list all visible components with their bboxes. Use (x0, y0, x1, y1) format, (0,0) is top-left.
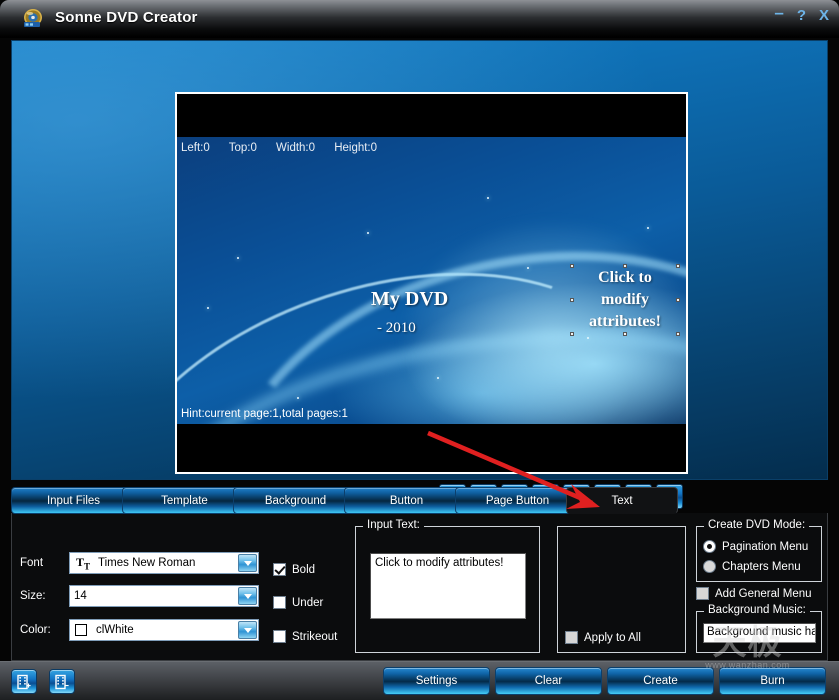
strikeout-checkbox[interactable]: Strikeout (273, 630, 337, 643)
dvd-title-text[interactable]: My DVD (371, 288, 448, 311)
settings-label: Settings (416, 675, 458, 687)
close-button[interactable]: X (819, 8, 829, 24)
font-value: Times New Roman (94, 557, 195, 569)
burn-label: Burn (760, 675, 784, 687)
background-music-title: Background Music: (704, 604, 810, 616)
strikeout-label: Strikeout (292, 631, 337, 643)
chevron-down-icon[interactable] (238, 554, 257, 572)
tab-template[interactable]: Template (122, 487, 247, 514)
selection-coordinates: Left:0 Top:0 Width:0 Height:0 (181, 142, 377, 154)
chapters-menu-label: Chapters Menu (722, 561, 801, 573)
window-controls: – ? X (774, 8, 829, 24)
size-value: 14 (70, 590, 87, 602)
input-text-field[interactable]: Click to modify attributes! (370, 553, 526, 619)
checkbox-box (696, 587, 709, 600)
color-select[interactable]: clWhite (69, 619, 259, 641)
apply-to-all-label: Apply to All (584, 632, 641, 644)
title-bar: Sonne DVD Creator – ? X (0, 0, 839, 38)
underline-checkbox[interactable]: Under (273, 596, 323, 609)
resize-handle-w[interactable] (570, 298, 574, 302)
resize-handle-s[interactable] (623, 332, 627, 336)
radio-box (703, 540, 716, 553)
dvd-year-text[interactable]: - 2010 (377, 320, 416, 337)
selected-text-line-2: modify (573, 289, 677, 311)
tab-content-text: Font TT Times New Roman Bold Size: 14 Un… (11, 513, 828, 661)
input-text-group-title: Input Text: (363, 519, 424, 531)
apply-to-all-checkbox[interactable]: Apply to All (565, 631, 641, 644)
chevron-down-icon[interactable] (238, 621, 257, 639)
pagination-menu-label: Pagination Menu (722, 541, 808, 553)
resize-handle-nw[interactable] (570, 264, 574, 268)
tab-background[interactable]: Background (233, 487, 358, 514)
page-hint-text: Hint:current page:1,total pages:1 (181, 408, 348, 420)
resize-handle-ne[interactable] (676, 264, 680, 268)
tab-text[interactable]: Text (566, 487, 678, 514)
film-remove-icon[interactable] (49, 669, 75, 694)
radio-box (703, 560, 716, 573)
font-label: Font (20, 557, 43, 569)
help-button[interactable]: ? (797, 8, 806, 24)
checkbox-box (273, 630, 286, 643)
tab-label: Text (611, 495, 632, 507)
create-button[interactable]: Create (607, 667, 714, 695)
checkbox-box (565, 631, 578, 644)
add-general-menu-label: Add General Menu (715, 588, 812, 600)
size-select[interactable]: 14 (69, 585, 259, 607)
tab-label: Background (265, 495, 326, 507)
application-window: Sonne DVD Creator – ? X (0, 0, 839, 700)
resize-handle-e[interactable] (676, 298, 680, 302)
selected-text-line-3: attributes! (573, 311, 677, 333)
radio-chapters-menu[interactable]: Chapters Menu (703, 560, 801, 573)
truetype-icon: TT (70, 555, 94, 571)
chevron-down-icon[interactable] (238, 587, 257, 605)
tab-label: Input Files (47, 495, 100, 507)
bottom-toolbar: Settings Clear Create Burn (0, 661, 839, 700)
settings-button[interactable]: Settings (383, 667, 490, 695)
dvd-disc-icon (21, 7, 45, 31)
color-swatch (75, 624, 87, 636)
dvd-menu-preview[interactable]: Left:0 Top:0 Width:0 Height:0 My DVD - 2… (175, 92, 688, 474)
tab-button[interactable]: Button (344, 487, 469, 514)
tab-bar: Input Files Template Background Button P… (11, 487, 828, 515)
preview-letterbox-bottom (177, 424, 686, 472)
create-dvd-mode-group: Create DVD Mode: (696, 526, 822, 582)
size-label: Size: (20, 590, 46, 602)
bold-checkbox[interactable]: Bold (273, 563, 315, 576)
radio-pagination-menu[interactable]: Pagination Menu (703, 540, 808, 553)
tab-label: Button (390, 495, 423, 507)
preview-panel: Left:0 Top:0 Width:0 Height:0 My DVD - 2… (11, 40, 828, 480)
window-title: Sonne DVD Creator (55, 9, 198, 26)
preview-letterbox-top (177, 94, 686, 137)
clear-label: Clear (535, 675, 562, 687)
burn-button[interactable]: Burn (719, 667, 826, 695)
resize-handle-se[interactable] (676, 332, 680, 336)
color-value: clWhite (92, 624, 134, 636)
font-select[interactable]: TT Times New Roman (69, 552, 259, 574)
checkbox-box (273, 563, 286, 576)
add-general-menu-checkbox[interactable]: Add General Menu (696, 587, 812, 600)
clear-button[interactable]: Clear (495, 667, 602, 695)
tab-page-button[interactable]: Page Button (455, 487, 580, 514)
color-label: Color: (20, 624, 51, 636)
background-music-field[interactable]: Background music has no (703, 623, 816, 643)
underline-label: Under (292, 597, 323, 609)
create-dvd-mode-title: Create DVD Mode: (704, 519, 809, 531)
minimize-button[interactable]: – (774, 5, 783, 21)
tab-label: Template (161, 495, 208, 507)
selected-text-line-1: Click to (573, 267, 677, 289)
checkbox-box (273, 596, 286, 609)
tab-label: Page Button (486, 495, 549, 507)
resize-handle-n[interactable] (623, 264, 627, 268)
create-label: Create (643, 675, 678, 687)
tab-input-files[interactable]: Input Files (11, 487, 136, 514)
resize-handle-sw[interactable] (570, 332, 574, 336)
selected-text-object[interactable]: Click to modify attributes! (573, 267, 677, 333)
bold-label: Bold (292, 564, 315, 576)
film-add-icon[interactable] (11, 669, 37, 694)
